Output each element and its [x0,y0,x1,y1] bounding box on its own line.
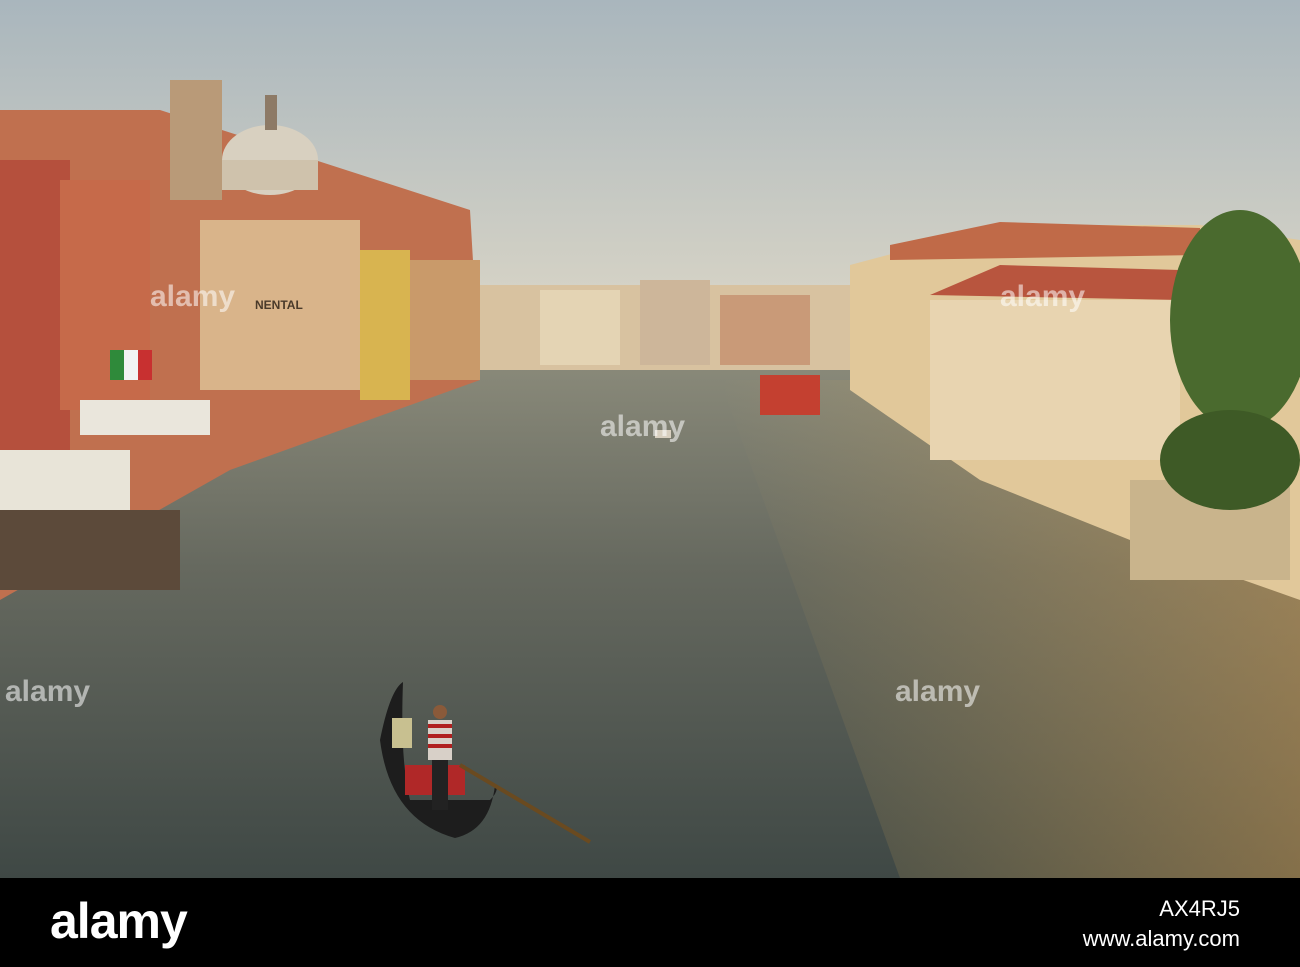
alamy-logo: alamy [50,893,188,949]
stock-photo-page: alamy alamy alamy alamy alamy NENTAL ala… [0,0,1300,967]
site-url: www.alamy.com [1082,926,1240,951]
watermark: alamy [5,675,91,708]
image-id: AX4RJ5 [1159,896,1240,921]
footer-bar: alamy AX4RJ5 www.alamy.com [0,878,1300,967]
distant-buildings [480,280,850,370]
hotel-sign: NENTAL [255,298,303,312]
watermark: alamy [895,675,981,708]
watermark: alamy [150,280,236,313]
watermark: alamy [600,410,686,443]
watermark: alamy [1000,280,1086,313]
